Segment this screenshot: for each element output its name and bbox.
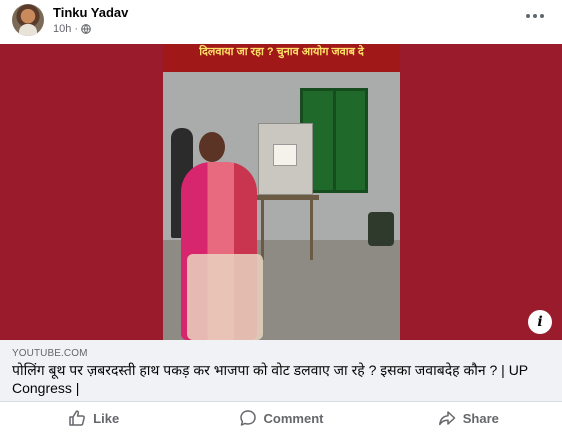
more-options-icon[interactable] (522, 6, 548, 26)
meta-separator: · (74, 23, 79, 35)
share-button[interactable]: Share (375, 404, 562, 432)
comment-icon (239, 410, 256, 426)
video-banner: दिलवाया जा रहा ? चुनाव आयोग जवाब दे (163, 44, 400, 72)
globe-icon (81, 24, 91, 34)
like-label: Like (93, 410, 120, 426)
link-title[interactable]: पोलिंग बूथ पर ज़बरदस्ती हाथ पकड़ कर भाजप… (12, 361, 542, 397)
share-icon (438, 411, 455, 426)
bag (368, 212, 394, 246)
info-icon[interactable]: i (528, 310, 552, 334)
like-button[interactable]: Like (0, 404, 187, 432)
author-name[interactable]: Tinku Yadav (53, 5, 128, 20)
comment-label: Comment (263, 410, 324, 426)
thumbs-up-icon (69, 410, 86, 426)
voting-booth (258, 123, 313, 195)
woman-skirt (187, 254, 263, 340)
post-header: Tinku Yadav 10h · (0, 0, 562, 44)
post-actions: Like Comment Share (0, 404, 562, 432)
booth-table (255, 195, 319, 260)
post-meta: 10h · (53, 23, 91, 35)
post-time[interactable]: 10h (53, 23, 71, 35)
link-domain: YOUTUBE.COM (12, 348, 88, 359)
comment-button[interactable]: Comment (187, 404, 374, 432)
link-preview[interactable]: YOUTUBE.COM पोलिंग बूथ पर ज़बरदस्ती हाथ … (0, 340, 562, 402)
video-frame: दिलवाया जा रहा ? चुनाव आयोग जवाब दे (163, 44, 400, 340)
avatar[interactable] (12, 4, 44, 36)
woman-head (199, 132, 225, 162)
share-label: Share (462, 410, 499, 426)
video-thumbnail[interactable]: दिलवाया जा रहा ? चुनाव आयोग जवाब दे i (0, 44, 562, 340)
